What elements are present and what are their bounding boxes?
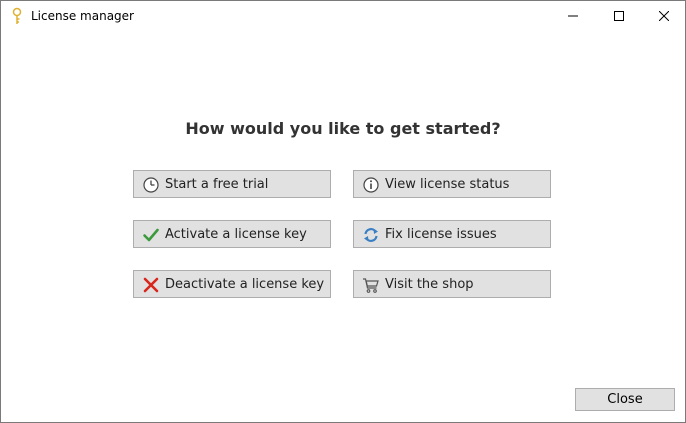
window-close-button[interactable] xyxy=(641,1,685,31)
license-manager-window: License manager How would you like to ge… xyxy=(0,0,686,423)
visit-shop-button[interactable]: Visit the shop xyxy=(353,270,551,298)
maximize-icon xyxy=(614,11,624,21)
checkmark-icon xyxy=(142,226,160,244)
start-free-trial-label: Start a free trial xyxy=(165,177,269,192)
start-free-trial-button[interactable]: Start a free trial xyxy=(133,170,331,198)
close-button[interactable]: Close xyxy=(575,388,675,411)
window-title: License manager xyxy=(31,9,134,23)
x-icon xyxy=(142,276,160,294)
app-key-icon xyxy=(9,7,25,25)
minimize-button[interactable] xyxy=(550,1,596,31)
fix-license-issues-button[interactable]: Fix license issues xyxy=(353,220,551,248)
deactivate-license-key-label: Deactivate a license key xyxy=(165,277,325,292)
fix-license-issues-label: Fix license issues xyxy=(385,227,497,242)
view-license-status-label: View license status xyxy=(385,177,510,192)
deactivate-license-key-button[interactable]: Deactivate a license key xyxy=(133,270,331,298)
visit-shop-label: Visit the shop xyxy=(385,277,474,292)
activate-license-key-label: Activate a license key xyxy=(165,227,307,242)
refresh-icon xyxy=(362,226,380,244)
page-heading: How would you like to get started? xyxy=(185,119,501,138)
activate-license-key-button[interactable]: Activate a license key xyxy=(133,220,331,248)
maximize-button[interactable] xyxy=(596,1,642,31)
info-icon xyxy=(362,176,380,194)
title-bar[interactable]: License manager xyxy=(1,1,685,31)
view-license-status-button[interactable]: View license status xyxy=(353,170,551,198)
cart-icon xyxy=(362,276,380,294)
minimize-icon xyxy=(568,15,578,17)
close-icon xyxy=(659,11,669,21)
clock-icon xyxy=(142,176,160,194)
